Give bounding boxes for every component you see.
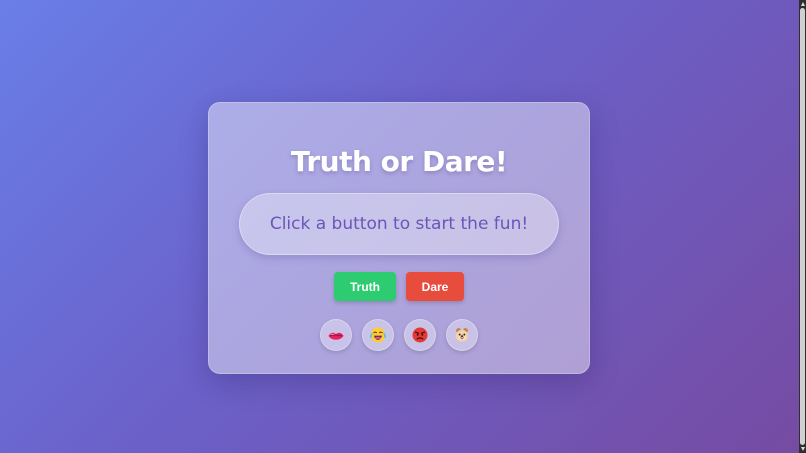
- vertical-scrollbar[interactable]: [799, 0, 806, 453]
- game-title: Truth or Dare!: [290, 145, 508, 178]
- app-viewport: Truth or Dare! Click a button to start t…: [0, 0, 799, 453]
- prompt-box: Click a button to start the fun!: [239, 193, 559, 255]
- prompt-text: Click a button to start the fun!: [269, 213, 529, 234]
- emoji-reaction-row: [320, 319, 480, 353]
- game-card: Truth or Dare! Click a button to start t…: [208, 102, 590, 374]
- scroll-up-icon[interactable]: [801, 2, 805, 6]
- angry-face-icon[interactable]: [404, 319, 436, 351]
- laughing-face-icon[interactable]: [362, 319, 394, 351]
- scrollbar-thumb[interactable]: [800, 8, 805, 445]
- lips-icon[interactable]: [320, 319, 352, 351]
- truth-button[interactable]: Truth: [334, 272, 396, 301]
- dog-face-icon[interactable]: [446, 319, 478, 351]
- dare-button[interactable]: Dare: [406, 272, 464, 301]
- scroll-down-icon[interactable]: [801, 447, 805, 451]
